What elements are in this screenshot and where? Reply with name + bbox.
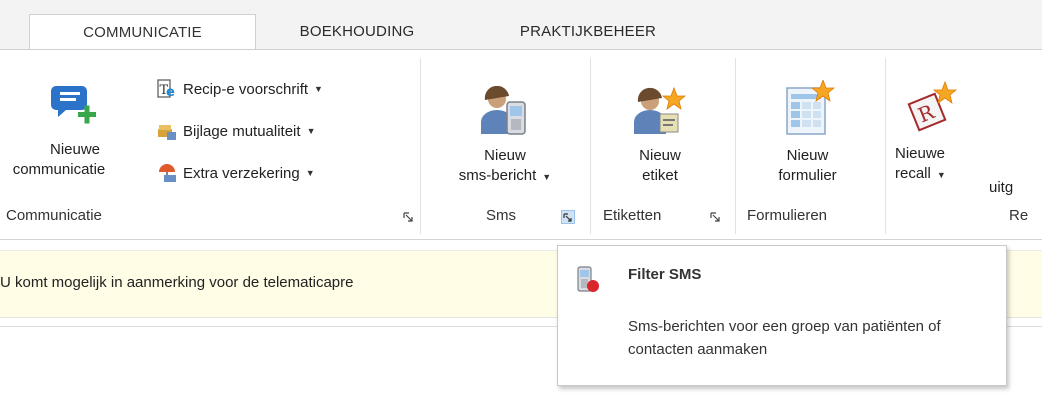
tooltip-title: Filter SMS (628, 266, 702, 283)
ribbon-tab-strip: COMMUNICATIE BOEKHOUDING PRAKTIJKBEHEER (0, 0, 1042, 50)
form-icon (785, 80, 835, 135)
group-separator (885, 58, 886, 234)
bijlage-icon (157, 121, 177, 141)
new-communication-label-2: communicatie (12, 161, 106, 178)
group-label-communicatie: Communicatie (6, 207, 102, 224)
new-sms-label-2: sms-bericht ▼ (430, 166, 580, 187)
dialog-launcher-icon[interactable] (401, 210, 415, 224)
new-recall-label-1: Nieuwe (895, 145, 946, 162)
person-label-icon (634, 86, 687, 134)
new-form-label-1: Nieuw (786, 147, 829, 164)
outgoing-recall-label: uitg (989, 178, 1014, 196)
tooltip-description: Sms-berichten voor een groep van patiënt… (628, 318, 941, 358)
chevron-down-icon: ▼ (542, 172, 552, 182)
new-sms-label-1: Nieuw (484, 147, 526, 164)
recipe-label: Recip-e voorschrift (183, 80, 309, 98)
chevron-down-icon: ▼ (314, 84, 323, 94)
person-phone-icon (481, 86, 526, 135)
filter-sms-tooltip: Filter SMS Sms-berichten voor een groep … (557, 245, 1007, 386)
tab-communicatie[interactable]: COMMUNICATIE (29, 14, 256, 50)
recipe-icon: Te (157, 79, 177, 100)
new-sms-button[interactable]: Nieuw sms-bericht ▼ (430, 86, 580, 187)
group-label-formulieren: Formulieren (747, 207, 828, 224)
extra-verzekering-icon (157, 163, 177, 183)
group-separator (735, 58, 736, 234)
extra-verzekering-button[interactable]: Extra verzekering ▼ (157, 160, 315, 186)
new-form-button[interactable]: Nieuw formulier (745, 80, 870, 186)
group-separator (420, 58, 421, 234)
outgoing-recall-button[interactable]: uitg (989, 177, 1013, 197)
extra-verzekering-label: Extra verzekering (183, 164, 300, 182)
group-label-recall: Re (1009, 207, 1029, 224)
group-label-sms: Sms (486, 207, 516, 224)
ribbon: Nieuwe communicatie Te Recip-e voorschri… (0, 49, 1042, 240)
group-label-etiketten: Etiketten (603, 207, 662, 224)
new-label-label-1: Nieuw (639, 147, 681, 164)
chevron-down-icon: ▼ (306, 126, 316, 136)
recipe-prescription-button[interactable]: Te Recip-e voorschrift ▼ (157, 76, 323, 102)
etiketten-dialog-launcher-icon[interactable] (708, 210, 722, 224)
chevron-down-icon: ▼ (936, 170, 946, 180)
chevron-down-icon: ▼ (305, 168, 315, 178)
info-bar-text: U komt mogelijk in aanmerking voor de te… (0, 274, 354, 291)
svg-text:e: e (166, 85, 175, 99)
sms-filter-icon (576, 266, 600, 294)
bijlage-mutualiteit-button[interactable]: Bijlage mutualiteit ▼ (157, 118, 315, 144)
recall-icon: R (907, 80, 958, 132)
new-label-label-2: etiket (642, 167, 678, 184)
group-separator (590, 58, 591, 234)
bijlage-label: Bijlage mutualiteit (183, 122, 301, 140)
sms-dialog-launcher-icon[interactable] (561, 210, 575, 224)
new-communication-button[interactable]: Nieuwe communicatie (0, 80, 150, 180)
new-communication-label-1: Nieuwe (49, 141, 101, 158)
new-communication-icon (51, 86, 96, 124)
new-recall-button[interactable]: R Nieuwe recall ▼ (895, 80, 985, 185)
new-recall-label-2: recall ▼ (895, 164, 985, 185)
new-label-button[interactable]: Nieuw etiket (605, 86, 715, 186)
tab-praktijkbeheer[interactable]: PRAKTIJKBEHEER (478, 14, 698, 50)
new-form-label-2: formulier (778, 167, 837, 184)
tab-boekhouding[interactable]: BOEKHOUDING (262, 14, 452, 50)
